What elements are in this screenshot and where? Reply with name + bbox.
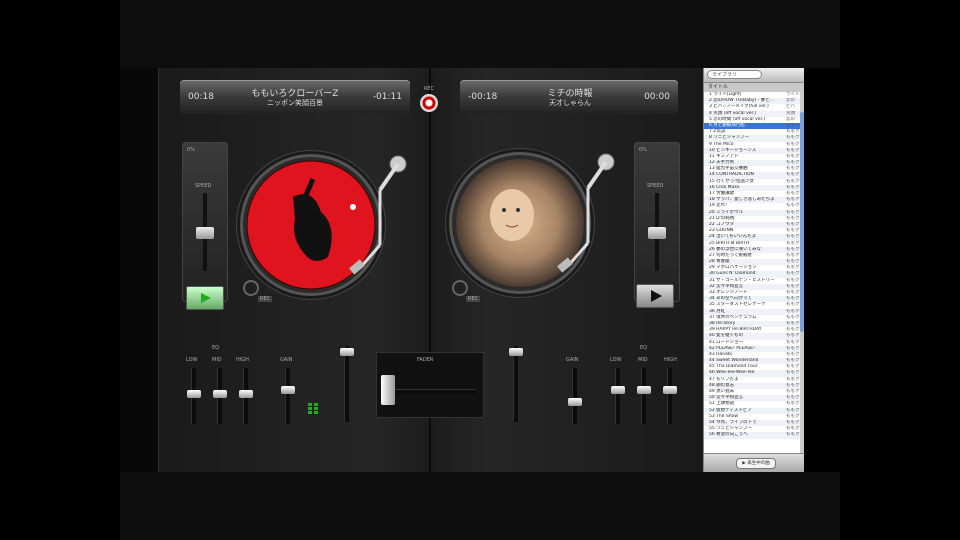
deck-b-start-knob[interactable] [452,280,468,296]
play-icon [651,290,662,302]
gain-b-label: GAIN [566,357,579,363]
gain-a-slider[interactable] [281,368,295,424]
eq-a-high-knob[interactable] [239,390,253,398]
cue-icon [201,293,211,303]
deck-a-artist: ニッポン笑顔百景 [267,99,323,107]
eq-b-high-label: HIGH [664,357,677,363]
video-top-border [120,0,840,68]
record-label: REC [423,86,435,92]
deck-a-pitch-label: SPEED [195,183,212,189]
eq-b-high-slider[interactable] [663,368,677,424]
deck-a-pitch-value: 0% [187,147,195,153]
eq-a-high-label: HIGH [236,357,249,363]
library-search-input[interactable]: ライブラリ [707,70,762,79]
now-playing-button[interactable]: ▶ 再生中の曲 [736,458,776,469]
deck-b-tonearm[interactable] [548,148,618,278]
deck-b-pitch-label: SPEED [647,183,664,189]
eq-b-label: EQ [640,345,648,351]
eq-a-label: EQ [212,345,220,351]
deck-b-pitch-knob[interactable] [648,227,666,239]
deck-b-remaining: 00:00 [644,92,670,102]
crossfader-knob[interactable] [381,375,395,405]
crossfader-panel: FADER [376,352,484,418]
deck-b-rec-label: REC [466,296,481,302]
deck-a-remaining: -01:11 [372,92,402,102]
deck-a-vu-meter-r [314,402,326,432]
library-panel: ライブラリ タイトル 1 ライト(Light) ライト 2 恋のHOW TO(Bab… [703,68,804,472]
deck-a-rec-label: REC [258,296,273,302]
eq-a-mid-label: MID [212,357,222,363]
deck-a-display: 00:18 ももいろクローバーZ ニッポン笑顔百景 -01:11 [180,80,410,114]
deck-b-artist: 天才しゃらん [549,99,591,107]
library-row[interactable]: 56 希望の向こうへ ももクロ [704,432,800,439]
eq-b-low-knob[interactable] [611,386,625,394]
eq-a-low-slider[interactable] [187,368,201,424]
deck-a-pitch-knob[interactable] [196,227,214,239]
eq-a-mid-knob[interactable] [213,390,227,398]
crossfader-track[interactable] [385,389,475,394]
gain-a-label: GAIN [280,357,293,363]
deck-a-play-button[interactable] [186,286,224,310]
deck-b-pitch-value: 0% [639,147,647,153]
deck-a-volume-fader[interactable] [340,346,354,422]
eq-b-high-knob[interactable] [663,386,677,394]
eq-b-mid-slider[interactable] [637,368,651,424]
library-footer: ▶ 再生中の曲 [704,453,804,472]
library-scrollbar[interactable] [800,92,804,454]
library-header: ライブラリ [704,68,804,83]
library-track-list: 1 ライト(Light) ライト 2 恋のHOW TO(Baby) - 夢と… 恋の… [704,92,800,454]
eq-b-mid-label: MID [638,357,648,363]
library-scroll-thumb[interactable] [800,112,804,332]
gain-b-slider[interactable] [568,368,582,424]
deck-b-play-button[interactable] [636,284,674,308]
deck-b-volume-knob[interactable] [509,348,523,356]
eq-a-high-slider[interactable] [239,368,253,424]
gain-a-knob[interactable] [281,386,295,394]
deck-a-tonearm[interactable] [340,150,410,280]
library-row-title: 56 希望の向こうへ [709,432,748,438]
deck-b-volume-fader[interactable] [509,346,523,422]
eq-a-mid-slider[interactable] [213,368,227,424]
record-button[interactable] [420,94,438,112]
eq-a-low-label: LOW [186,357,198,363]
deck-a-pitch-panel: 0% SPEED [182,142,228,302]
eq-b-low-slider[interactable] [611,368,625,424]
deck-b-elapsed: -00:18 [468,92,498,102]
deck-a-volume-knob[interactable] [340,348,354,356]
deck-b-pitch-panel: 0% SPEED [634,142,680,302]
eq-a-low-knob[interactable] [187,390,201,398]
eq-b-low-label: LOW [610,357,622,363]
deck-b-display: -00:18 ミチの時報 天才しゃらん 00:00 [460,80,678,114]
left-margin [120,68,158,472]
crossfader-label: FADER [417,357,434,363]
deck-a-elapsed: 00:18 [188,92,214,102]
deck-a-start-knob[interactable] [243,280,259,296]
record-control: REC [418,86,440,122]
library-row-artist: ももクロ [786,432,800,438]
eq-b-mid-knob[interactable] [637,386,651,394]
gain-b-knob[interactable] [568,398,582,406]
video-bottom-border [120,472,840,540]
